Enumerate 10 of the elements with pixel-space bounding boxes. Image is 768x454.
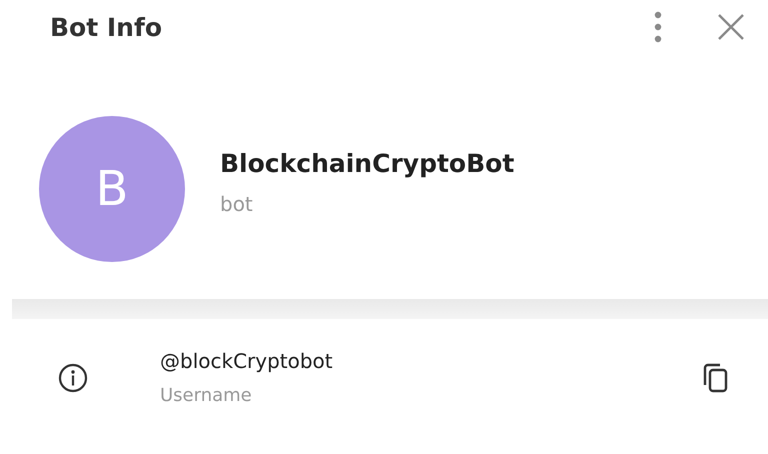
close-icon[interactable] (718, 14, 744, 40)
bot-status: bot (220, 192, 254, 216)
more-icon[interactable] (654, 11, 662, 43)
avatar: B (39, 116, 185, 262)
info-icon (58, 362, 88, 392)
panel-title: Bot Info (50, 12, 162, 42)
bot-name: BlockchainCryptoBot (220, 148, 514, 178)
username-value: @blockCryptobot (160, 349, 334, 373)
copy-icon[interactable] (702, 362, 730, 394)
username-label: Username (160, 385, 253, 406)
